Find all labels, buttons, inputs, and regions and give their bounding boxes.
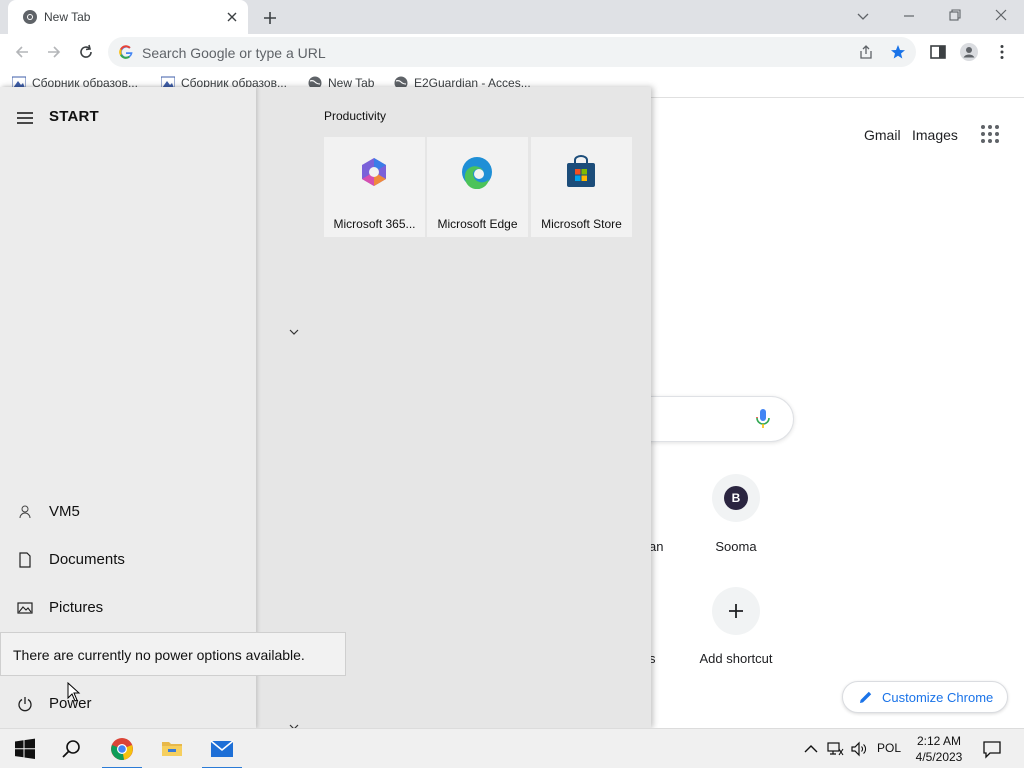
pencil-icon — [859, 690, 873, 704]
store-icon — [564, 155, 598, 189]
taskbar-file-explorer[interactable] — [148, 729, 196, 768]
taskbar-chrome[interactable] — [98, 729, 146, 768]
taskbar-mail[interactable] — [198, 729, 246, 768]
google-apps-icon[interactable] — [980, 124, 1000, 144]
close-tab-icon[interactable] — [224, 9, 240, 25]
microsoft-365-icon — [357, 155, 391, 189]
back-icon[interactable] — [12, 42, 32, 62]
chrome-icon — [22, 9, 38, 25]
add-shortcut-label: Add shortcut — [699, 651, 773, 666]
browser-toolbar: Search Google or type a URL — [0, 34, 1024, 70]
close-window-icon[interactable] — [990, 6, 1012, 26]
tab-search-icon[interactable] — [852, 6, 874, 26]
customize-chrome-button[interactable]: Customize Chrome — [842, 681, 1008, 713]
forward-icon[interactable] — [44, 42, 64, 62]
input-language[interactable]: POL — [877, 741, 901, 755]
start-button[interactable] — [0, 729, 48, 768]
new-tab-button[interactable] — [260, 8, 280, 28]
user-icon — [17, 504, 33, 520]
clock-time: 2:12 AM — [916, 734, 962, 748]
taskbar: POL 2:12 AM 4/5/2023 — [0, 728, 1024, 768]
side-panel-icon[interactable] — [928, 42, 948, 62]
bookmark-star-icon[interactable] — [890, 44, 906, 60]
profile-icon[interactable] — [959, 42, 979, 62]
tile-microsoft-365[interactable]: Microsoft 365... — [324, 137, 425, 237]
gmail-link[interactable]: Gmail — [864, 127, 901, 143]
power-icon — [17, 696, 33, 712]
notification-icon[interactable] — [982, 739, 1002, 759]
start-item-documents[interactable]: Documents — [0, 538, 256, 582]
omnibox[interactable]: Search Google or type a URL — [108, 37, 916, 67]
restore-icon[interactable] — [944, 6, 966, 26]
microphone-icon[interactable] — [754, 408, 772, 430]
power-options-tooltip: There are currently no power options ava… — [0, 632, 346, 676]
customize-chrome-label: Customize Chrome — [882, 690, 994, 705]
volume-icon[interactable] — [850, 740, 868, 758]
minimize-icon[interactable] — [898, 6, 920, 26]
reload-icon[interactable] — [76, 42, 96, 62]
tab-new-tab[interactable]: New Tab — [8, 0, 248, 34]
start-item-label: Documents — [49, 551, 125, 568]
chevron-down-icon[interactable] — [288, 324, 300, 335]
chevron-up-icon[interactable] — [802, 740, 820, 758]
start-title: START — [49, 108, 99, 125]
network-icon[interactable] — [826, 740, 844, 758]
start-user-account[interactable]: VM5 — [0, 490, 256, 534]
share-icon[interactable] — [858, 44, 874, 60]
system-clock[interactable]: 2:12 AM 4/5/2023 — [907, 733, 971, 765]
tile-label: Microsoft Store — [541, 217, 622, 231]
plus-icon — [726, 601, 746, 626]
omnibox-placeholder: Search Google or type a URL — [142, 45, 326, 61]
start-item-pictures[interactable]: Pictures — [0, 586, 256, 630]
shortcut-label-partial: an — [649, 539, 664, 554]
document-icon — [17, 552, 33, 568]
shortcut-initial: B — [724, 486, 748, 510]
taskbar-search-button[interactable] — [48, 729, 96, 768]
hamburger-menu-icon[interactable] — [17, 111, 33, 124]
add-shortcut-button[interactable] — [712, 587, 760, 635]
shortcut-label: Sooma — [715, 539, 757, 554]
tab-title: New Tab — [44, 10, 91, 24]
tab-strip: New Tab — [0, 0, 1024, 34]
images-link[interactable]: Images — [912, 127, 958, 143]
start-user-name: VM5 — [49, 503, 80, 520]
start-item-label: Pictures — [49, 599, 104, 616]
tile-microsoft-store[interactable]: Microsoft Store — [531, 137, 632, 237]
shortcut-tile[interactable]: B — [712, 474, 760, 522]
google-g-icon — [118, 44, 134, 60]
tooltip-text: There are currently no power options ava… — [13, 647, 305, 663]
clock-date: 4/5/2023 — [915, 750, 963, 764]
tile-label: Microsoft 365... — [333, 217, 416, 231]
edge-icon — [460, 155, 494, 190]
tile-group-label: Productivity — [324, 109, 387, 123]
tile-label: Microsoft Edge — [437, 217, 518, 231]
start-item-power[interactable]: Power — [0, 682, 256, 726]
tile-microsoft-edge[interactable]: Microsoft Edge — [427, 137, 528, 237]
mouse-cursor-icon — [67, 681, 81, 702]
menu-kebab-icon[interactable] — [992, 42, 1012, 62]
pictures-icon — [17, 600, 33, 616]
